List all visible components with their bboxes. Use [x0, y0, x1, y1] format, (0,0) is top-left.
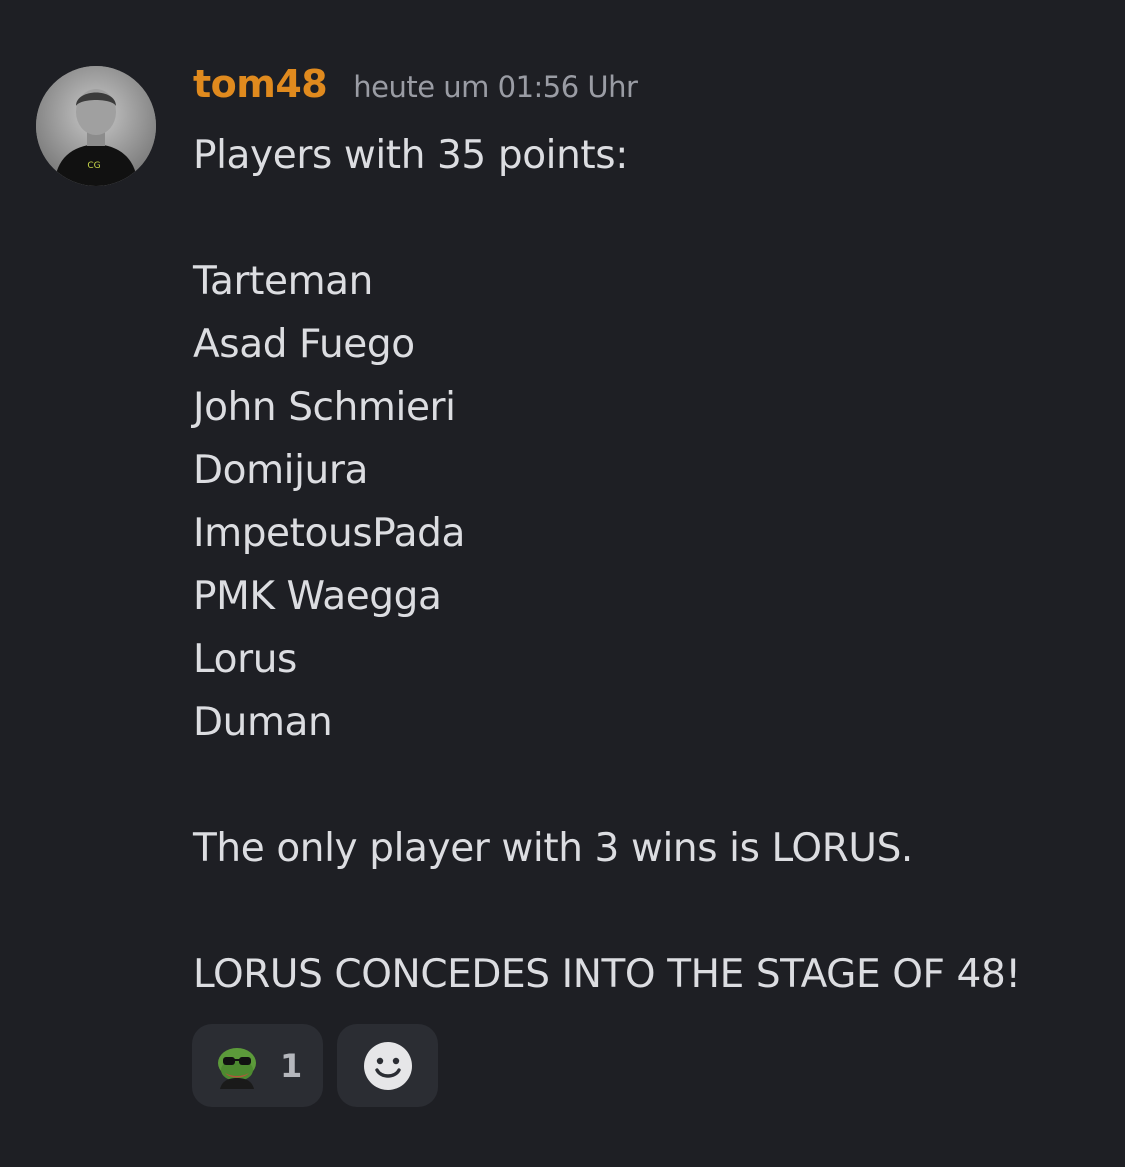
intro-line: Players with 35 points: — [193, 133, 628, 178]
username[interactable]: tom48 — [193, 62, 328, 106]
message-content: Players with 35 points: Tarteman Asad Fu… — [193, 124, 1113, 1006]
player-name: John Schmieri — [193, 385, 456, 430]
player-name: Asad Fuego — [193, 322, 415, 367]
player-name: Lorus — [193, 637, 297, 682]
player-name: ImpetousPada — [193, 511, 465, 556]
player-name: Domijura — [193, 448, 369, 493]
reaction-pepe[interactable]: 1 — [192, 1024, 323, 1107]
timestamp: heute um 01:56 Uhr — [353, 70, 638, 104]
chat-message: CG tom48 heute um 01:56 Uhr Players with… — [0, 0, 1125, 1167]
pepe-sunglasses-emoji — [218, 1047, 256, 1089]
player-name: Tarteman — [193, 259, 373, 304]
reaction-count: 1 — [280, 1046, 303, 1085]
note-line: The only player with 3 wins is LORUS. — [193, 826, 913, 871]
announcement-line: LORUS CONCEDES INTO THE STAGE OF 48! — [193, 952, 1021, 997]
message-header: tom48 heute um 01:56 Uhr — [193, 62, 638, 118]
avatar[interactable]: CG — [36, 66, 156, 186]
player-name: Duman — [193, 700, 333, 745]
reactions-bar: 1 — [192, 1024, 438, 1107]
avatar-photo: CG — [36, 66, 156, 186]
player-name: PMK Waegga — [193, 574, 442, 619]
smiley-add-reaction-icon — [363, 1041, 412, 1090]
svg-text:CG: CG — [87, 161, 100, 171]
add-reaction-button[interactable] — [337, 1024, 438, 1107]
